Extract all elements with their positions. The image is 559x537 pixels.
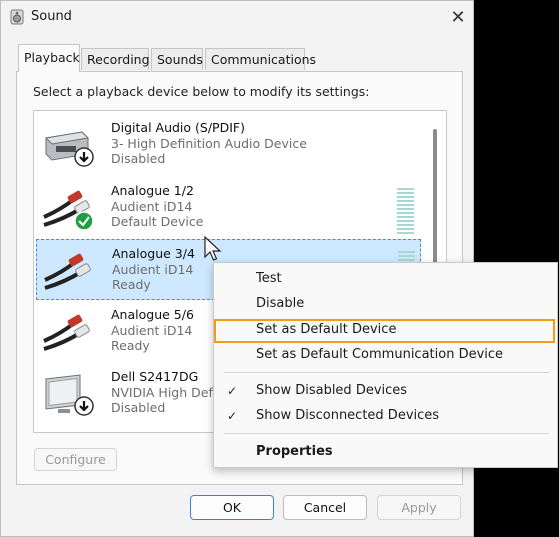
device-description: Audient iD14 — [111, 198, 193, 214]
apply-button[interactable]: Apply — [377, 495, 461, 520]
device-name: Analogue 1/2 — [111, 183, 194, 198]
close-icon: ✕ — [450, 6, 466, 28]
device-item-analogue-1-2[interactable]: Analogue 1/2 Audient iD14 Default Device — [36, 177, 421, 238]
window-title: Sound — [31, 9, 72, 24]
device-name: Dell S2417DG — [111, 369, 199, 384]
device-name: Analogue 5/6 — [111, 307, 194, 322]
tab-playback[interactable]: Playback — [18, 44, 80, 72]
menu-item-set-default-device[interactable]: Set as Default Device — [256, 322, 396, 337]
device-status: Ready — [112, 277, 151, 292]
device-status: Disabled — [111, 151, 166, 166]
menu-item-show-disabled[interactable]: Show Disabled Devices — [256, 383, 407, 398]
tab-sounds[interactable]: Sounds — [151, 48, 203, 70]
speaker-app-icon — [10, 9, 24, 25]
device-description: NVIDIA High Defi — [111, 384, 217, 400]
menu-item-disable[interactable]: Disable — [256, 296, 304, 311]
check-icon: ✓ — [227, 409, 238, 423]
cancel-button[interactable]: Cancel — [283, 495, 367, 520]
menu-item-show-disconnected[interactable]: Show Disconnected Devices — [256, 408, 439, 423]
device-item-digital-audio[interactable]: Digital Audio (S/PDIF) 3- High Definitio… — [36, 114, 421, 175]
rca-cable-icon — [44, 253, 91, 290]
device-description: 3- High Definition Audio Device — [111, 135, 307, 151]
device-status: Ready — [111, 338, 150, 353]
menu-separator — [224, 433, 549, 434]
device-status: Disabled — [111, 400, 166, 415]
spdif-device-icon — [44, 131, 94, 167]
device-description: Audient iD14 — [111, 322, 193, 338]
device-status: Default Device — [111, 214, 204, 229]
rca-cable-icon — [43, 314, 90, 351]
mouse-cursor-icon — [204, 236, 222, 261]
instruction-text: Select a playback device below to modify… — [33, 84, 370, 99]
level-meter — [397, 188, 414, 234]
menu-item-test[interactable]: Test — [256, 271, 282, 286]
menu-item-set-default-communication[interactable]: Set as Default Communication Device — [256, 347, 503, 362]
ok-button[interactable]: OK — [190, 495, 274, 520]
device-description: Audient iD14 — [112, 261, 194, 277]
tab-recording[interactable]: Recording — [81, 48, 150, 70]
context-menu: Test Disable Set as Default Device Set a… — [213, 262, 558, 468]
menu-item-properties[interactable]: Properties — [256, 444, 333, 459]
device-name: Digital Audio (S/PDIF) — [111, 120, 245, 135]
rca-cable-icon — [43, 190, 94, 231]
device-name: Analogue 3/4 — [112, 246, 195, 261]
close-button[interactable]: ✕ — [441, 1, 475, 33]
menu-separator — [224, 372, 549, 373]
check-icon: ✓ — [227, 384, 238, 398]
configure-button[interactable]: Configure — [34, 448, 117, 471]
monitor-icon — [45, 374, 94, 416]
title-bar: Sound ✕ — [1, 1, 473, 33]
tab-communications[interactable]: Communications — [205, 48, 316, 70]
